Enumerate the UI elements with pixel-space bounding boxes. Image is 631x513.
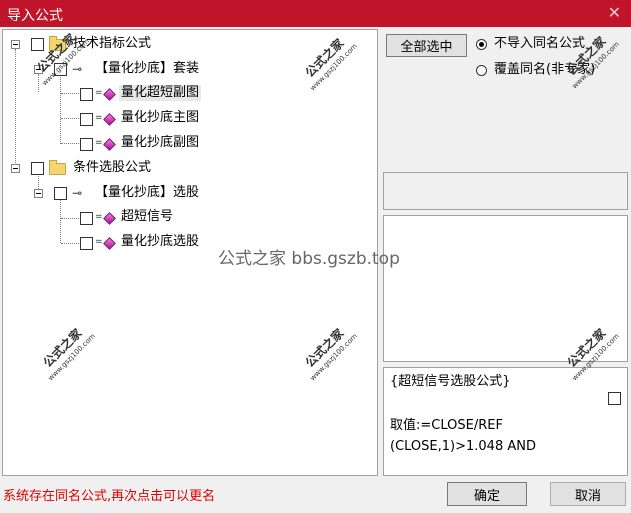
tree-set-label[interactable]: 【量化抄底】套装 <box>95 61 199 77</box>
formula-gem-icon <box>103 88 116 101</box>
tree-connector <box>15 49 16 169</box>
description-line: 取值:=CLOSE/REF <box>390 418 503 433</box>
tree-item-label[interactable]: 量化抄底选股 <box>121 234 199 250</box>
tree-connector <box>61 218 79 219</box>
group-checkbox[interactable] <box>31 38 44 51</box>
tree-connector <box>61 118 79 119</box>
description-line: {超短信号选股公式} <box>390 374 511 389</box>
formula-description: {超短信号选股公式} 取值:=CLOSE/REF (CLOSE,1)>1.048… <box>383 367 628 476</box>
tree-item-label[interactable]: 量化超短副图 <box>119 85 202 101</box>
radio-no-import-same-name[interactable] <box>476 39 487 50</box>
description-line: (CLOSE,1)>1.048 AND <box>390 439 536 454</box>
key-icon: ⊸ <box>72 186 83 200</box>
status-message: 系统存在同名公式,再次点击可以更名 <box>3 489 216 504</box>
tree-group-label[interactable]: 条件选股公式 <box>73 160 151 176</box>
collapse-icon[interactable] <box>11 164 20 173</box>
tree-connector <box>60 74 61 144</box>
tree-connector <box>61 143 79 144</box>
equals-mark-icon: = <box>95 212 103 222</box>
radio-label: 不导入同名公式 <box>494 36 586 51</box>
title-bar: 导入公式 ✕ <box>0 0 631 27</box>
item-checkbox[interactable] <box>80 138 93 151</box>
folder-icon <box>49 160 66 175</box>
equals-mark-icon: = <box>95 88 103 98</box>
formula-gem-icon <box>103 212 116 225</box>
tree-item-label[interactable]: 量化抄底副图 <box>121 135 199 151</box>
item-checkbox[interactable] <box>80 212 93 225</box>
window-title: 导入公式 <box>7 8 63 24</box>
close-icon[interactable]: ✕ <box>608 3 621 22</box>
formula-gem-icon <box>103 237 116 250</box>
collapse-icon[interactable] <box>34 189 43 198</box>
item-checkbox[interactable] <box>80 113 93 126</box>
item-checkbox[interactable] <box>80 237 93 250</box>
description-checkbox[interactable] <box>608 392 621 405</box>
set-checkbox[interactable] <box>54 187 67 200</box>
collapse-icon[interactable] <box>11 40 20 49</box>
tree-item-label[interactable]: 超短信号 <box>121 209 173 225</box>
tree-connector <box>61 93 79 94</box>
select-all-button[interactable]: 全部选中 <box>386 34 467 57</box>
cancel-button[interactable]: 取消 <box>550 482 626 506</box>
tree-item-label[interactable]: 量化抄底主图 <box>121 110 199 126</box>
equals-mark-icon: = <box>95 138 103 148</box>
item-checkbox[interactable] <box>80 88 93 101</box>
formula-gem-icon <box>103 138 116 151</box>
formula-gem-icon <box>103 113 116 126</box>
info-box <box>383 172 628 210</box>
tree-connector <box>61 243 79 244</box>
tree-connector <box>60 198 61 243</box>
group-checkbox[interactable] <box>31 162 44 175</box>
watermark-center: 公式之家 bbs.gszb.top <box>218 249 400 269</box>
ok-button[interactable]: 确定 <box>447 482 527 506</box>
equals-mark-icon: = <box>95 237 103 247</box>
equals-mark-icon: = <box>95 113 103 123</box>
radio-overwrite-same-name[interactable] <box>476 65 487 76</box>
tree-set-label[interactable]: 【量化抄底】选股 <box>95 185 199 201</box>
